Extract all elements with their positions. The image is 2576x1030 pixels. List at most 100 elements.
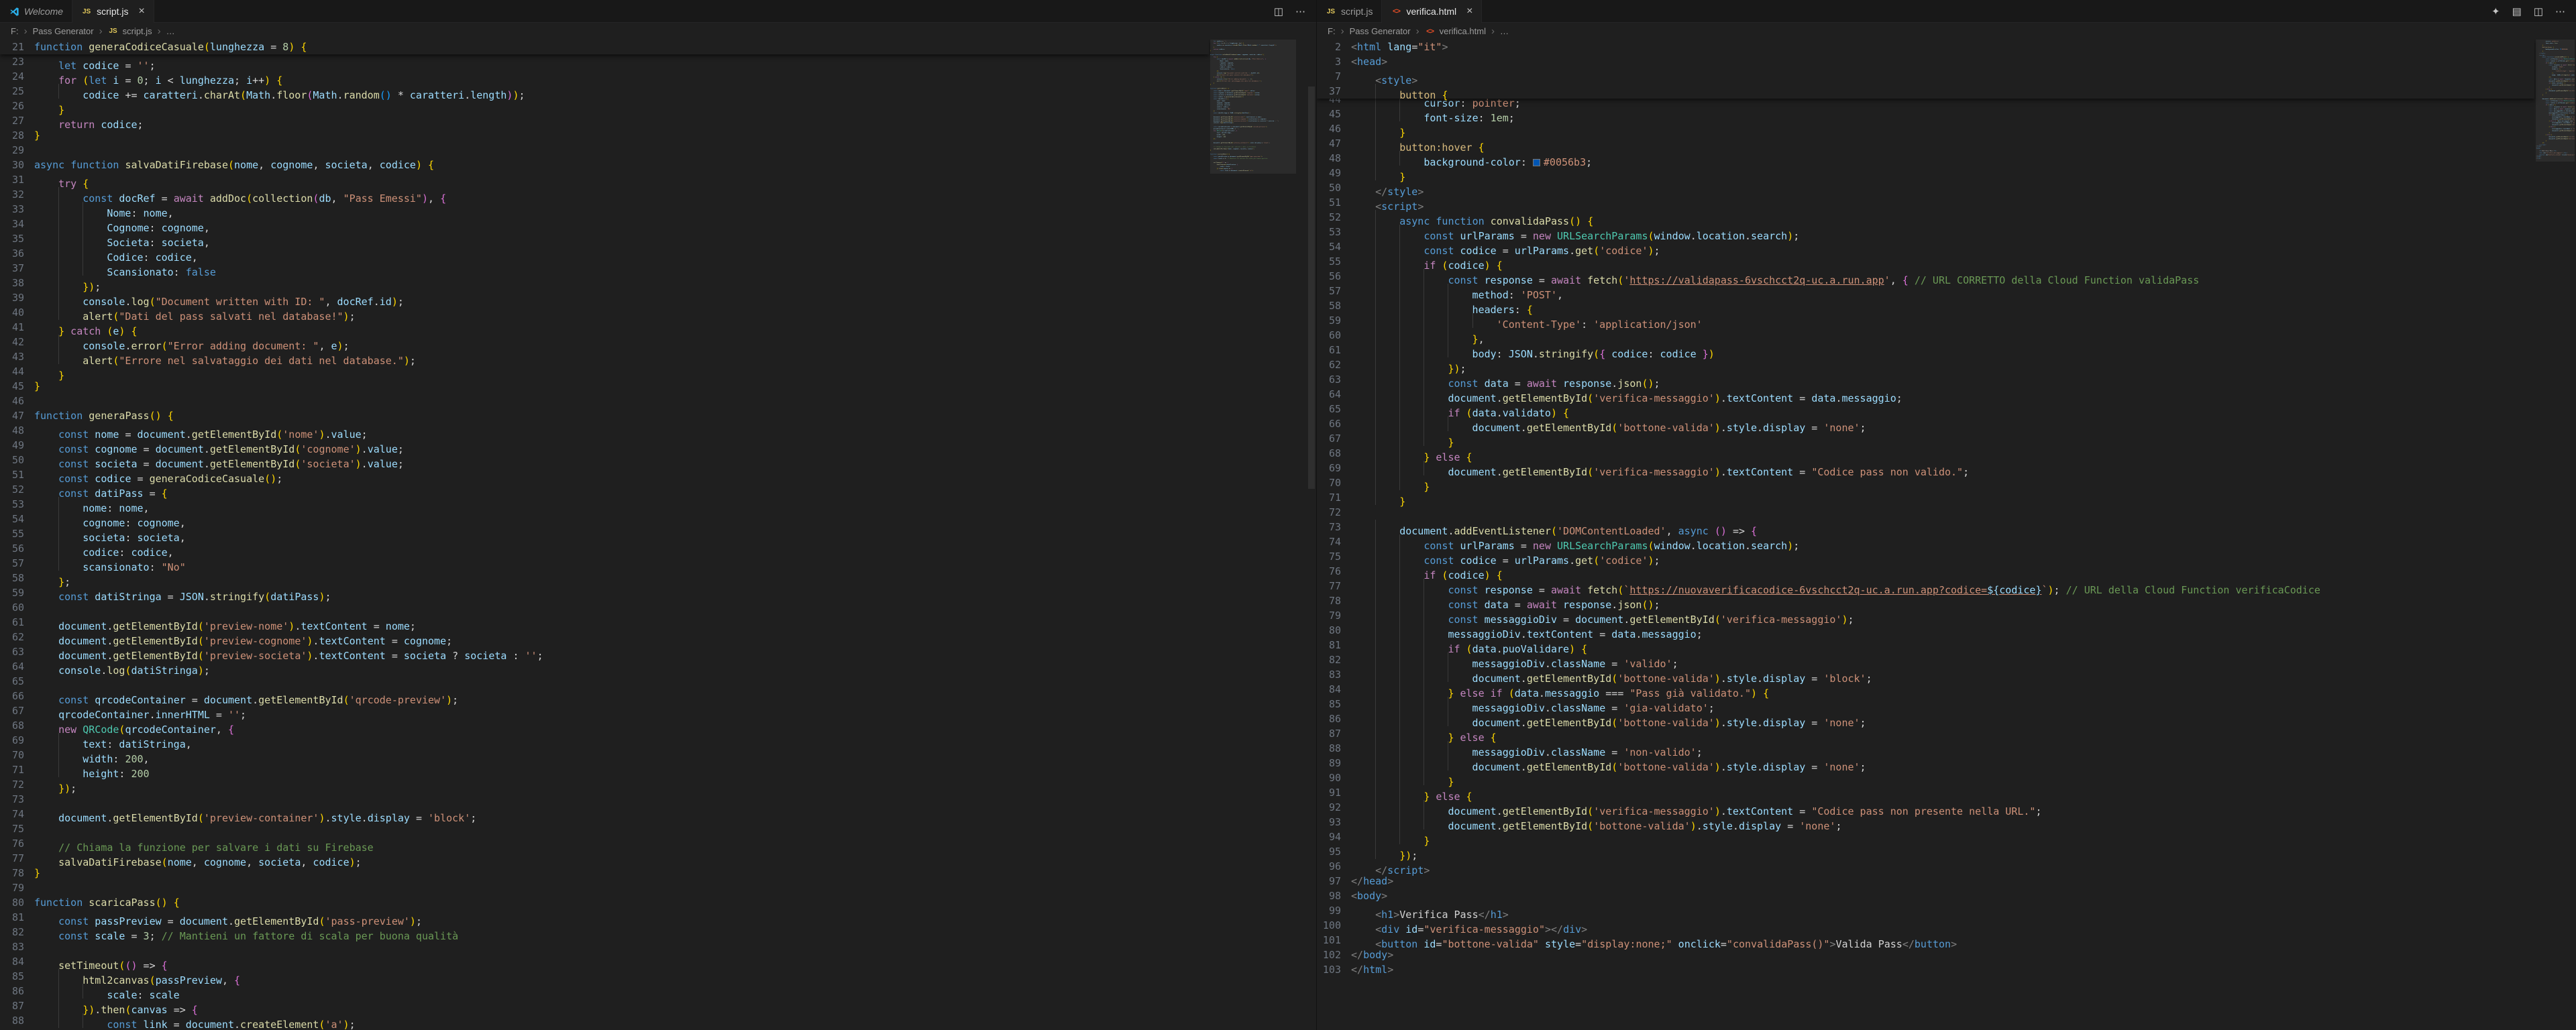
code-line[interactable]: 97</head> <box>1317 874 2534 889</box>
close-tab-icon[interactable]: × <box>1466 6 1472 17</box>
code-line[interactable]: 63document.getElementById('preview-socie… <box>0 644 1209 659</box>
code-line[interactable]: 81if (data.puoValidare) { <box>1317 638 2534 652</box>
minimap-viewport[interactable] <box>1210 40 1296 174</box>
code-line[interactable]: 50</style> <box>1317 180 2534 195</box>
code-line[interactable]: 44cursor: pointer; <box>1317 99 2534 107</box>
code-line[interactable]: 54cognome: cognome, <box>0 512 1209 526</box>
copilot-sparkle-icon[interactable]: ✦ <box>2491 5 2500 17</box>
vertical-scrollbar[interactable] <box>1297 40 1316 1030</box>
code-line[interactable]: 63const data = await response.json(); <box>1317 372 2534 387</box>
breadcrumb-item[interactable]: F: <box>11 26 19 36</box>
code-line[interactable]: 49const cognome = document.getElementByI… <box>0 438 1209 453</box>
breadcrumb-item[interactable]: verifica.html <box>1440 26 1486 36</box>
code-line[interactable]: 65if (data.validato) { <box>1317 402 2534 416</box>
split-editor-icon[interactable]: ◫ <box>1274 5 1283 17</box>
code-line[interactable]: 91} else { <box>1317 785 2534 800</box>
code-line[interactable]: 66const qrcodeContainer = document.getEl… <box>0 689 1209 703</box>
code-line[interactable]: 80function scaricaPass() { <box>0 895 1209 910</box>
tab-script-js[interactable]: JSscript.js× <box>72 0 154 23</box>
code-line[interactable]: 59const datiStringa = JSON.stringify(dat… <box>0 585 1209 600</box>
code-line[interactable]: 27return codice; <box>0 113 1209 128</box>
breadcrumb-item[interactable]: … <box>166 26 175 36</box>
code-line[interactable]: 31try { <box>0 172 1209 187</box>
code-line[interactable]: 57scansionato: "No" <box>0 556 1209 571</box>
code-line[interactable]: 83document.getElementById('bottone-valid… <box>1317 667 2534 682</box>
code-line[interactable]: 79const messaggioDiv = document.getEleme… <box>1317 608 2534 623</box>
code-line[interactable]: 24for (let i = 0; i < lunghezza; i++) { <box>0 69 1209 84</box>
code-area[interactable]: 23let codice = '';24for (let i = 0; i < … <box>0 54 1209 1028</box>
split-editor-icon[interactable]: ◫ <box>2534 5 2543 17</box>
tab-verifica-html[interactable]: <>verifica.html× <box>1382 0 1482 23</box>
code-line[interactable]: 40alert("Dati del pass salvati nel datab… <box>0 305 1209 320</box>
code-line[interactable]: 55if (codice) { <box>1317 254 2534 269</box>
code-line[interactable]: 84} else if (data.messaggio === "Pass gi… <box>1317 682 2534 697</box>
code-line[interactable]: 36Codice: codice, <box>0 246 1209 261</box>
code-line[interactable]: 72}); <box>0 777 1209 792</box>
code-line[interactable]: 76if (codice) { <box>1317 564 2534 579</box>
code-line[interactable]: 98<body> <box>1317 889 2534 903</box>
code-line[interactable]: 47function generaPass() { <box>0 408 1209 423</box>
code-line[interactable]: 77const response = await fetch(`https://… <box>1317 579 2534 593</box>
code-line[interactable]: 82messaggioDiv.className = 'valido'; <box>1317 652 2534 667</box>
code-area[interactable]: 44cursor: pointer;45font-size: 1em;46}47… <box>1317 99 2534 977</box>
code-line[interactable]: 56const response = await fetch('https://… <box>1317 269 2534 284</box>
code-line[interactable]: 46 <box>0 394 1209 408</box>
code-line[interactable]: 48const nome = document.getElementById('… <box>0 423 1209 438</box>
code-line[interactable]: 58headers: { <box>1317 298 2534 313</box>
code-line[interactable]: 39console.log("Document written with ID:… <box>0 290 1209 305</box>
tab-welcome[interactable]: Welcome <box>0 0 72 23</box>
code-line[interactable]: 88messaggioDiv.className = 'non-valido'; <box>1317 741 2534 756</box>
code-line[interactable]: 87}).then(canvas => { <box>0 998 1209 1013</box>
code-line[interactable]: 34Cognome: cognome, <box>0 217 1209 231</box>
code-line[interactable]: 100<div id="verifica-messaggio"></div> <box>1317 918 2534 933</box>
code-line[interactable]: 37button { <box>1317 84 2534 99</box>
code-line[interactable]: 80messaggioDiv.textContent = data.messag… <box>1317 623 2534 638</box>
code-line[interactable]: 53const urlParams = new URLSearchParams(… <box>1317 225 2534 239</box>
code-line[interactable]: 51<script> <box>1317 195 2534 210</box>
minimap-viewport[interactable] <box>2536 40 2575 162</box>
minimap[interactable]: 44cursor: pointer;45font-size: 1em;46}47… <box>2536 40 2575 1030</box>
code-line[interactable]: 88const link = document.createElement('a… <box>0 1013 1209 1028</box>
code-line[interactable]: 69text: datiStringa, <box>0 733 1209 748</box>
code-line[interactable]: 81const passPreview = document.getElemen… <box>0 910 1209 925</box>
code-line[interactable]: 84setTimeout(() => { <box>0 954 1209 969</box>
code-line[interactable]: 69document.getElementById('verifica-mess… <box>1317 461 2534 475</box>
more-actions-icon[interactable]: ⋯ <box>1295 5 1305 17</box>
code-line[interactable]: 89document.getElementById('bottone-valid… <box>1317 756 2534 770</box>
code-line[interactable]: 3<head> <box>1317 54 2534 69</box>
close-tab-icon[interactable]: × <box>139 6 145 17</box>
code-line[interactable]: 68} else { <box>1317 446 2534 461</box>
code-line[interactable]: 73document.addEventListener('DOMContentL… <box>1317 520 2534 534</box>
code-line[interactable]: 43alert("Errore nel salvataggio dei dati… <box>0 349 1209 364</box>
code-line[interactable]: 68new QRCode(qrcodeContainer, { <box>0 718 1209 733</box>
layout-icon[interactable]: ▤ <box>2512 5 2522 17</box>
minimap[interactable]: 23let codice = '';24for (let i = 0; i < … <box>1210 40 1296 1030</box>
code-line[interactable]: 67qrcodeContainer.innerHTML = ''; <box>0 703 1209 718</box>
code-line[interactable]: 79 <box>0 880 1209 895</box>
code-line[interactable]: 55societa: societa, <box>0 526 1209 541</box>
code-line[interactable]: 71height: 200 <box>0 762 1209 777</box>
code-line[interactable]: 64document.getElementById('verifica-mess… <box>1317 387 2534 402</box>
sticky-scroll[interactable]: 2<html lang="it">3<head>7<style>37button… <box>1317 40 2534 99</box>
breadcrumb-item[interactable]: Pass Generator <box>1350 26 1411 36</box>
code-line[interactable]: 23let codice = ''; <box>0 54 1209 69</box>
code-line[interactable]: 74const urlParams = new URLSearchParams(… <box>1317 534 2534 549</box>
tab-script-js[interactable]: JSscript.js <box>1317 0 1382 23</box>
code-line[interactable]: 45font-size: 1em; <box>1317 107 2534 121</box>
code-line[interactable]: 95}); <box>1317 844 2534 859</box>
breadcrumb-item[interactable]: … <box>1500 26 1509 36</box>
code-line[interactable]: 21function generaCodiceCasuale(lunghezza… <box>0 40 1209 54</box>
code-line[interactable]: 92document.getElementById('verifica-mess… <box>1317 800 2534 815</box>
code-line[interactable]: 73 <box>0 792 1209 807</box>
code-line[interactable]: 64console.log(datiStringa); <box>0 659 1209 674</box>
code-line[interactable]: 7<style> <box>1317 69 2534 84</box>
code-line[interactable]: 30async function salvaDatiFirebase(nome,… <box>0 158 1209 172</box>
code-line[interactable]: 61document.getElementById('preview-nome'… <box>0 615 1209 630</box>
code-line[interactable]: 75const codice = urlParams.get('codice')… <box>1317 549 2534 564</box>
more-actions-icon[interactable]: ⋯ <box>2555 5 2565 17</box>
code-line[interactable]: 42console.error("Error adding document: … <box>0 335 1209 349</box>
code-line[interactable]: 74document.getElementById('preview-conta… <box>0 807 1209 821</box>
code-line[interactable]: 37Scansionato: false <box>0 261 1209 276</box>
code-line[interactable]: 50const societa = document.getElementByI… <box>0 453 1209 467</box>
code-line[interactable]: 51const codice = generaCodiceCasuale(); <box>0 467 1209 482</box>
